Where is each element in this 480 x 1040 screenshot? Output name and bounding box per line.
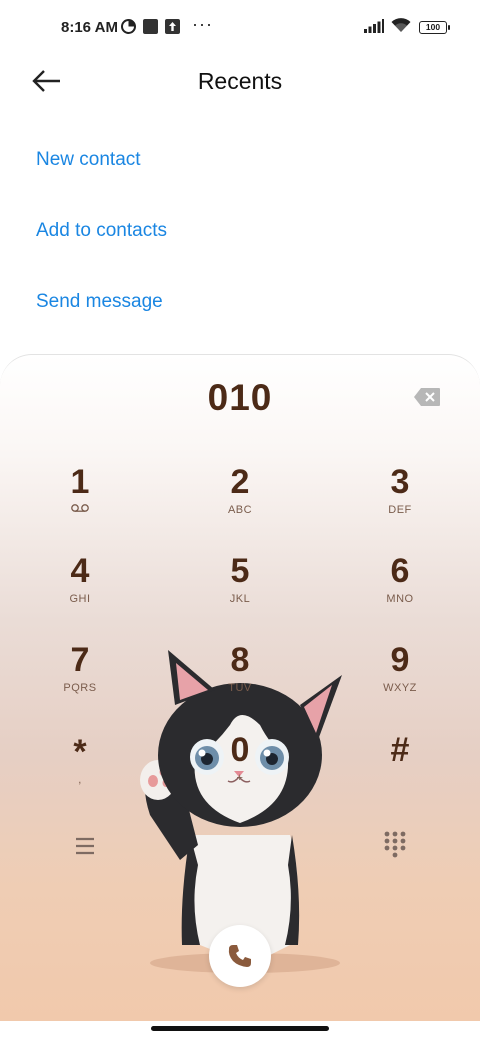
dial-key-2[interactable]: 2 ABC [180,463,300,539]
dial-key-letters: JKL [229,593,251,605]
dial-key-digit: 2 [230,463,250,501]
battery-indicator: 100 [419,21,450,34]
dial-key-8[interactable]: 8 TUV [180,641,300,717]
dial-key-0[interactable]: 0 + [180,731,300,807]
dial-key-digit: 1 [70,463,90,501]
backspace-icon [414,388,440,406]
dial-key-letters: PQRS [63,682,97,694]
wifi-icon [391,18,411,32]
dial-key-digit: 6 [390,552,410,590]
notification-square-icon [143,19,158,34]
dial-key-letters: GHI [69,593,91,605]
menu-button[interactable] [72,835,98,857]
dial-key-digit: 5 [230,552,250,590]
dial-key-letters: WXYZ [383,682,417,694]
dialed-number-display: 010 [207,377,273,418]
dial-key-letters: ABC [227,504,253,516]
dial-key-9[interactable]: 9 WXYZ [340,641,460,717]
dial-key-hash[interactable]: # [340,731,460,807]
dial-key-digit: * [73,733,87,771]
signal-icon [364,19,384,33]
upload-icon [165,19,180,34]
gesture-navigation-bar[interactable] [151,1026,329,1031]
dialpad-icon [384,831,406,858]
dial-key-digit: 7 [70,641,90,679]
dial-key-digit: 9 [390,641,410,679]
dial-key-letters: + [236,772,244,784]
dial-key-7[interactable]: 7 PQRS [20,641,140,717]
page-title: Recents [197,68,283,94]
call-button[interactable] [209,925,271,987]
dial-key-star[interactable]: * , [20,733,140,809]
dial-key-letters: MNO [386,593,414,605]
dialpad-toggle-button[interactable] [381,829,409,859]
dialer-panel: 010 1 2 ABC 3 DEF 4 GHI 5 JKL 6 MNO 7 PQ… [0,354,480,1021]
menu-icon [76,837,94,855]
status-bar: 8:16 AM ··· 100 [0,0,480,56]
dial-key-letters: DEF [388,504,412,516]
new-contact-link[interactable]: New contact [36,149,141,171]
dial-key-4[interactable]: 4 GHI [20,552,140,628]
add-to-contacts-link[interactable]: Add to contacts [36,220,167,242]
phone-icon [228,945,251,967]
dial-key-digit: 3 [390,463,410,501]
voicemail-icon [71,504,89,512]
status-time: 8:16 AM [61,19,118,36]
dial-key-5[interactable]: 5 JKL [180,552,300,628]
dial-key-letters: , [78,774,82,786]
dial-key-1[interactable]: 1 [20,463,140,539]
dial-key-3[interactable]: 3 DEF [340,463,460,539]
dial-key-6[interactable]: 6 MNO [340,552,460,628]
dial-key-digit: 8 [230,641,250,679]
dial-key-letters: TUV [228,682,252,694]
dial-key-digit: 4 [70,552,90,590]
backspace-button[interactable] [413,387,441,407]
more-notifications-icon: ··· [192,14,213,34]
send-message-link[interactable]: Send message [36,291,163,313]
header: Recents [0,56,480,110]
dial-key-digit: 0 [230,731,250,769]
dial-key-digit: # [390,731,410,769]
data-saver-icon [121,19,136,34]
